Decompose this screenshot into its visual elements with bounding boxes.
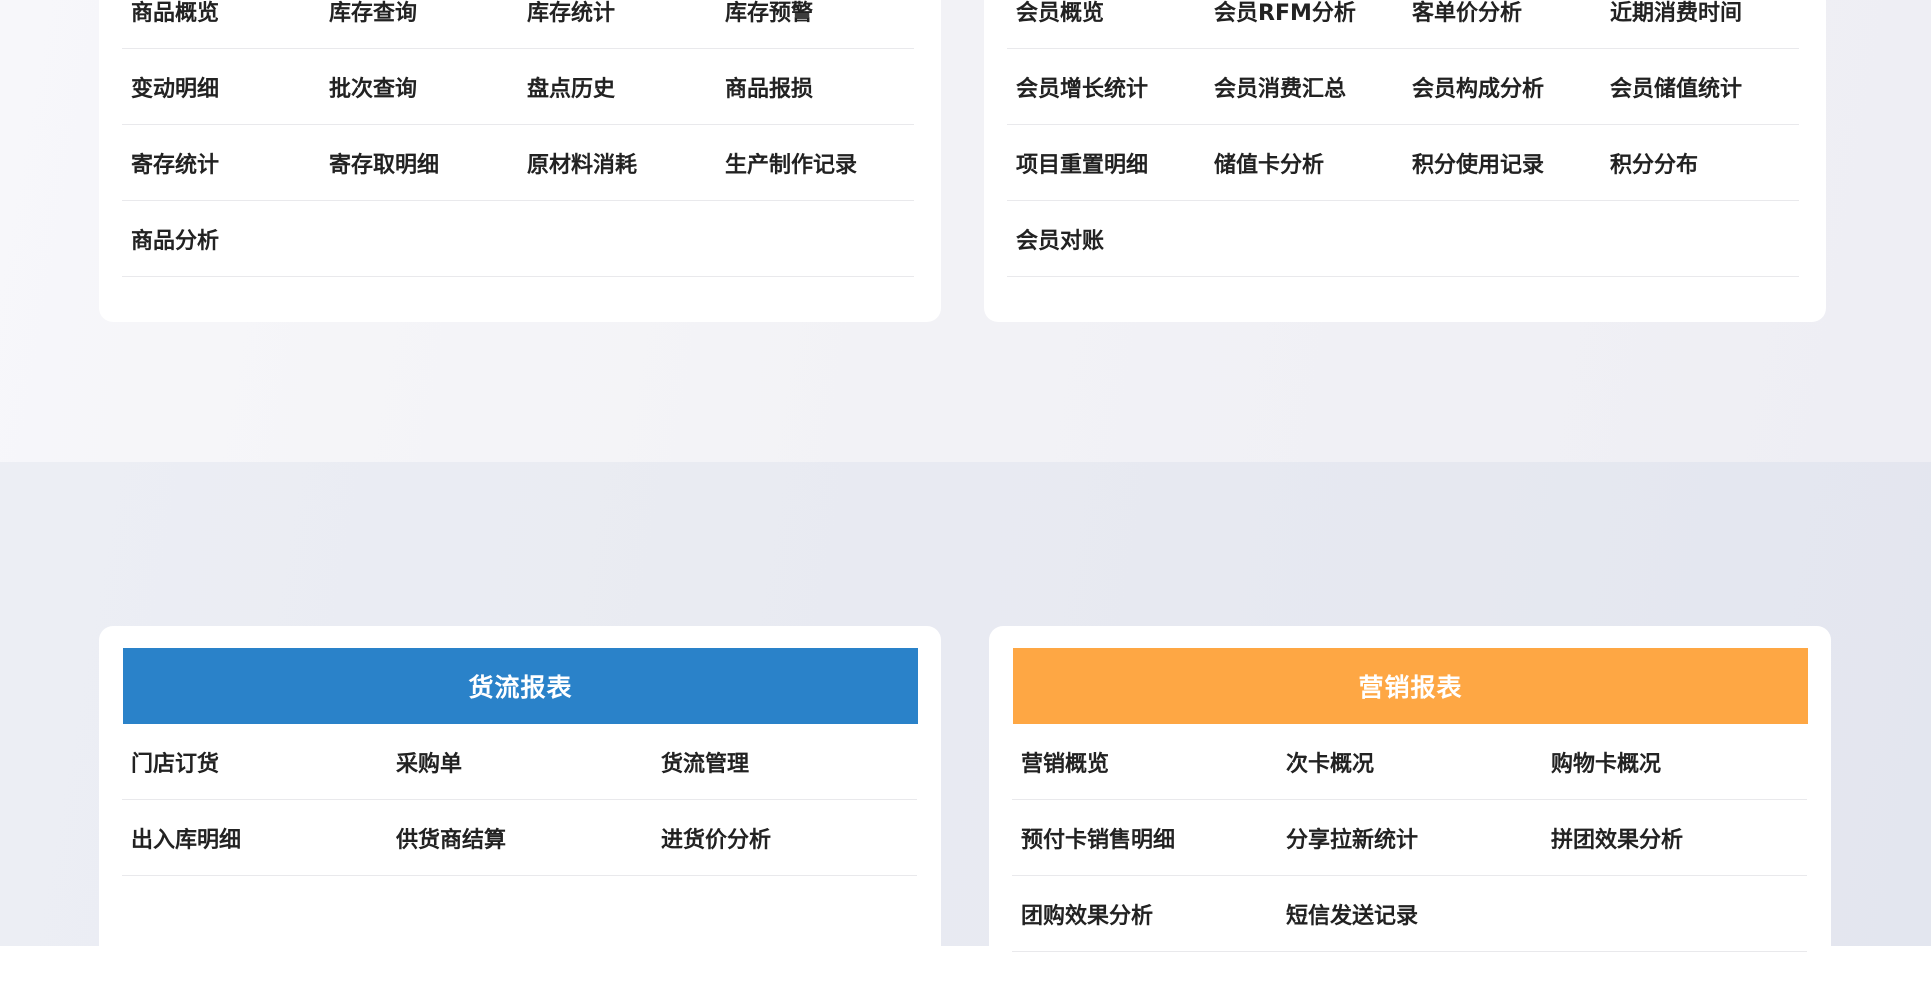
menu-item-product-loss[interactable]: 商品报损 [716, 49, 914, 125]
menu-item-member-consumption-summary[interactable]: 会员消费汇总 [1205, 49, 1403, 125]
menu-item-empty [518, 201, 716, 277]
marketing-report-card: 营销报表 营销概览 次卡概况 购物卡概况 预付卡销售明细 分享拉新统计 拼团效果… [989, 626, 1831, 986]
marketing-report-header[interactable]: 营销报表 [1013, 648, 1808, 724]
menu-item-member-overview[interactable]: 会员概览 [1007, 0, 1205, 49]
menu-item-product-overview[interactable]: 商品概览 [122, 0, 320, 49]
menu-item-purchase-order[interactable]: 采购单 [387, 724, 652, 800]
menu-item-prepaid-card-sales-details[interactable]: 预付卡销售明细 [1012, 800, 1277, 876]
menu-item-inbound-outbound-details[interactable]: 出入库明细 [122, 800, 387, 876]
menu-item-member-stored-value[interactable]: 会员储值统计 [1601, 49, 1799, 125]
menu-item-shopping-card-overview[interactable]: 购物卡概况 [1542, 724, 1807, 800]
member-report-menu: 会员概览 会员RFM分析 客单价分析 近期消费时间 会员增长统计 会员消费汇总 … [1007, 0, 1802, 277]
menu-item-member-reconciliation[interactable]: 会员对账 [1007, 201, 1205, 277]
inventory-report-menu: 商品概览 库存查询 库存统计 库存预警 变动明细 批次查询 盘点历史 商品报损 … [122, 0, 917, 277]
menu-item-supplier-settlement[interactable]: 供货商结算 [387, 800, 652, 876]
menu-item-raw-material-consumption[interactable]: 原材料消耗 [518, 125, 716, 201]
menu-item-storage-withdrawal-details[interactable]: 寄存取明细 [320, 125, 518, 201]
menu-item-stock-alert[interactable]: 库存预警 [716, 0, 914, 49]
menu-item-member-rfm-analysis[interactable]: 会员RFM分析 [1205, 0, 1403, 49]
menu-item-stock-statistics[interactable]: 库存统计 [518, 0, 716, 49]
member-report-card: 会员概览 会员RFM分析 客单价分析 近期消费时间 会员增长统计 会员消费汇总 … [984, 0, 1826, 322]
menu-item-batch-query[interactable]: 批次查询 [320, 49, 518, 125]
menu-item-empty [1601, 201, 1799, 277]
marketing-report-menu: 营销概览 次卡概况 购物卡概况 预付卡销售明细 分享拉新统计 拼团效果分析 团购… [1012, 724, 1807, 952]
menu-item-points-usage-records[interactable]: 积分使用记录 [1403, 125, 1601, 201]
menu-item-marketing-overview[interactable]: 营销概览 [1012, 724, 1277, 800]
menu-item-empty [716, 201, 914, 277]
menu-item-product-analysis[interactable]: 商品分析 [122, 201, 320, 277]
menu-item-stored-value-card-analysis[interactable]: 储值卡分析 [1205, 125, 1403, 201]
logistics-report-card: 货流报表 门店订货 采购单 货流管理 出入库明细 供货商结算 进货价分析 [99, 626, 941, 986]
menu-item-member-growth[interactable]: 会员增长统计 [1007, 49, 1205, 125]
inventory-report-card: 商品概览 库存查询 库存统计 库存预警 变动明细 批次查询 盘点历史 商品报损 … [99, 0, 941, 322]
menu-item-production-records[interactable]: 生产制作记录 [716, 125, 914, 201]
menu-item-logistics-management[interactable]: 货流管理 [652, 724, 917, 800]
menu-item-project-reset-details[interactable]: 项目重置明细 [1007, 125, 1205, 201]
menu-item-sms-sending-records[interactable]: 短信发送记录 [1277, 876, 1542, 952]
menu-item-empty [320, 201, 518, 277]
menu-item-storage-statistics[interactable]: 寄存统计 [122, 125, 320, 201]
menu-item-stocktake-history[interactable]: 盘点历史 [518, 49, 716, 125]
menu-item-store-ordering[interactable]: 门店订货 [122, 724, 387, 800]
menu-item-empty [1205, 201, 1403, 277]
menu-item-empty [1542, 876, 1807, 952]
menu-item-change-details[interactable]: 变动明细 [122, 49, 320, 125]
menu-item-member-composition[interactable]: 会员构成分析 [1403, 49, 1601, 125]
logistics-report-menu: 门店订货 采购单 货流管理 出入库明细 供货商结算 进货价分析 [122, 724, 917, 876]
menu-item-group-purchase-effect-analysis[interactable]: 团购效果分析 [1012, 876, 1277, 952]
menu-item-referral-statistics[interactable]: 分享拉新统计 [1277, 800, 1542, 876]
menu-item-average-order-analysis[interactable]: 客单价分析 [1403, 0, 1601, 49]
menu-item-group-buy-effect-analysis[interactable]: 拼团效果分析 [1542, 800, 1807, 876]
menu-item-punch-card-overview[interactable]: 次卡概况 [1277, 724, 1542, 800]
menu-item-points-distribution[interactable]: 积分分布 [1601, 125, 1799, 201]
logistics-report-header[interactable]: 货流报表 [123, 648, 918, 724]
menu-item-purchase-price-analysis[interactable]: 进货价分析 [652, 800, 917, 876]
menu-item-stock-query[interactable]: 库存查询 [320, 0, 518, 49]
menu-item-empty [1403, 201, 1601, 277]
menu-item-recent-consumption-time[interactable]: 近期消费时间 [1601, 0, 1799, 49]
